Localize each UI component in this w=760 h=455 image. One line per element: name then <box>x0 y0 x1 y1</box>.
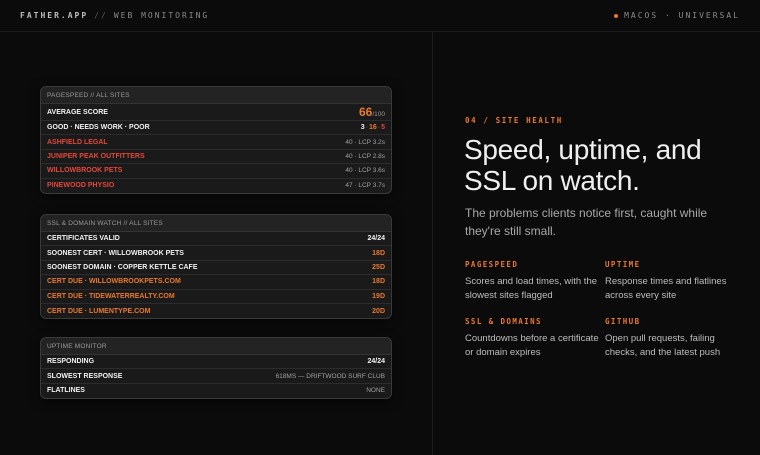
average-score-number: 66 <box>358 105 373 119</box>
feature-body: Scores and load times, with the slowest … <box>465 276 598 301</box>
site-row[interactable]: PINEWOOD PHYSIO 47 · LCP 3.7s <box>41 179 391 193</box>
uptime-row: SLOWEST RESPONSE 618MS — DRIFTWOOD SURF … <box>41 369 391 384</box>
pagespeed-card: PAGESPEED // ALL SITES AVERAGE SCORE 66/… <box>40 86 392 194</box>
feature-body: Countdowns before a certificate or domai… <box>465 333 599 358</box>
uptime-row-value: 618MS — DRIFTWOOD SURF CLUB <box>275 372 385 380</box>
uptime-card-title: UPTIME MONITOR <box>41 338 391 355</box>
uptime-row-value: 24/24 <box>367 358 385 366</box>
feature-body: Response times and flatlines across ever… <box>605 276 727 301</box>
ssl-row: SOONEST CERT · WILLOWBROOK PETS 18D <box>41 246 391 261</box>
poor-count: 5 <box>381 124 385 132</box>
page-subtitle: The problems clients notice first, caugh… <box>465 206 708 238</box>
ssl-row[interactable]: CERT DUE · LUMENTYPE.COM 20D <box>41 304 391 318</box>
uptime-row: RESPONDING 24/24 <box>41 355 391 370</box>
uptime-card: UPTIME MONITOR RESPONDING 24/24 SLOWEST … <box>40 337 392 400</box>
section-kicker: 04 / SITE HEALTH <box>465 116 563 125</box>
platform-text: MACOS · UNIVERSAL <box>624 11 740 20</box>
ssl-card-title: SSL & DOMAIN WATCH // ALL SITES <box>41 215 391 232</box>
uptime-row-label: FLATLINES <box>47 387 85 395</box>
ssl-row-label: CERTIFICATES VALID <box>47 235 120 243</box>
ssl-row-value: 24/24 <box>367 235 385 243</box>
platform-label: MACOS · UNIVERSAL <box>614 11 740 20</box>
site-row[interactable]: JUNIPER PEAK OUTFITTERS 40 · LCP 2.8s <box>41 150 391 165</box>
feature-uptime: UPTIME Response times and flatlines acro… <box>605 260 745 302</box>
brand-name: FATHER.APP <box>20 11 89 20</box>
ssl-row: CERTIFICATES VALID 24/24 <box>41 232 391 247</box>
ssl-row-value: 18D <box>372 249 385 257</box>
ssl-row-value: 25D <box>372 263 385 271</box>
uptime-row-label: SLOWEST RESPONSE <box>47 372 123 380</box>
brand: FATHER.APP // WEB MONITORING <box>20 11 209 20</box>
feature-title: GITHUB <box>605 317 641 326</box>
ssl-row-label: CERT DUE · LUMENTYPE.COM <box>47 307 151 315</box>
ssl-row-label: SOONEST DOMAIN · COPPER KETTLE CAFE <box>47 263 198 271</box>
feature-title: UPTIME <box>605 260 641 269</box>
site-name: PINEWOOD PHYSIO <box>47 182 115 190</box>
average-score-max: /100 <box>372 111 385 118</box>
feature-ssl-domains: SSL & DOMAINS Countdowns before a certif… <box>465 317 605 359</box>
pagespeed-card-title: PAGESPEED // ALL SITES <box>41 87 391 104</box>
site-name: ASHFIELD LEGAL <box>47 138 108 146</box>
needs-work-count: 16 <box>368 124 377 132</box>
uptime-row-value: NONE <box>366 387 385 395</box>
ssl-row-label: CERT DUE · WILLOWBROOKPETS.COM <box>47 278 181 286</box>
average-score-label: AVERAGE SCORE <box>47 108 108 116</box>
feature-title: PAGESPEED <box>465 260 519 269</box>
site-name: WILLOWBROOK PETS <box>47 167 123 175</box>
uptime-row: FLATLINES NONE <box>41 384 391 398</box>
section-name: WEB MONITORING <box>113 11 210 20</box>
brand-separator: // <box>94 11 108 20</box>
site-name: JUNIPER PEAK OUTFITTERS <box>47 152 145 160</box>
ssl-row-value: 20D <box>372 307 385 315</box>
site-row[interactable]: WILLOWBROOK PETS 40 · LCP 3.6s <box>41 164 391 179</box>
average-score-value: 66/100 <box>359 105 385 119</box>
site-metric: 40 · LCP 3.2s <box>345 138 385 146</box>
ssl-row-value: 18D <box>372 278 385 286</box>
status-dot-icon <box>614 13 619 18</box>
uptime-row-label: RESPONDING <box>47 358 95 366</box>
site-metric: 40 · LCP 3.6s <box>345 167 385 175</box>
breakdown-label: GOOD · NEEDS WORK · POOR <box>47 124 150 132</box>
breakdown-values: 3·16·5 <box>360 124 385 132</box>
feature-title: SSL & DOMAINS <box>465 317 542 326</box>
top-bar: FATHER.APP // WEB MONITORING MACOS · UNI… <box>0 0 760 32</box>
ssl-row-label: SOONEST CERT · WILLOWBROOK PETS <box>47 249 184 257</box>
site-row[interactable]: ASHFIELD LEGAL 40 · LCP 3.2s <box>41 135 391 150</box>
site-metric: 40 · LCP 2.8s <box>345 152 385 160</box>
ssl-row[interactable]: CERT DUE · WILLOWBROOKPETS.COM 18D <box>41 275 391 290</box>
page-title: Speed, uptime, and SSL on watch. <box>464 134 702 196</box>
ssl-row-label: CERT DUE · TIDEWATERREALTY.COM <box>47 292 175 300</box>
feature-body: Open pull requests, failing checks, and … <box>605 333 721 358</box>
ssl-row[interactable]: CERT DUE · TIDEWATERREALTY.COM 19D <box>41 290 391 304</box>
site-metric: 47 · LCP 3.7s <box>345 182 385 190</box>
ssl-domain-card: SSL & DOMAIN WATCH // ALL SITES CERTIFIC… <box>40 214 392 320</box>
ssl-row: SOONEST DOMAIN · COPPER KETTLE CAFE 25D <box>41 261 391 276</box>
breakdown-row: GOOD · NEEDS WORK · POOR 3·16·5 <box>41 121 391 136</box>
average-score-row: AVERAGE SCORE 66/100 <box>41 104 391 121</box>
column-divider <box>432 32 433 455</box>
ssl-row-value: 19D <box>372 292 385 300</box>
feature-pagespeed: PAGESPEED Scores and load times, with th… <box>465 260 605 302</box>
feature-github: GITHUB Open pull requests, failing check… <box>605 317 745 359</box>
